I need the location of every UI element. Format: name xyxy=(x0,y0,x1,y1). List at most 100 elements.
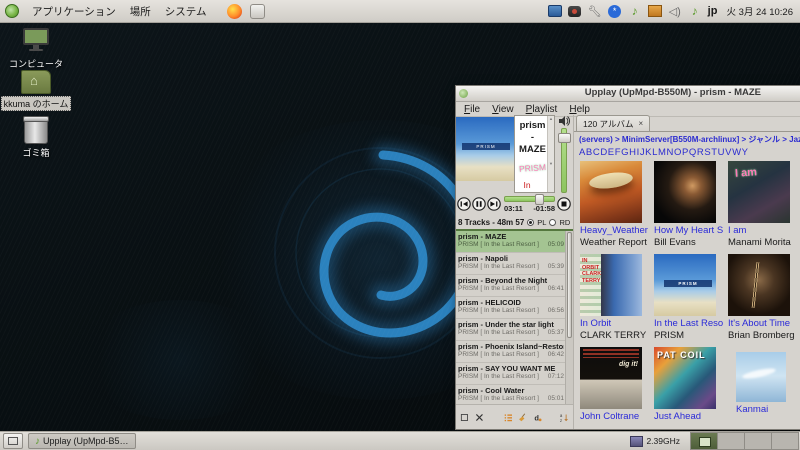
menu-applications[interactable]: アプリケーション xyxy=(25,1,123,22)
mode-pl-radio[interactable] xyxy=(527,218,535,226)
file-manager-icon[interactable] xyxy=(250,3,266,19)
playlist-row[interactable]: prism - Phoenix Island~Restore the w PRI… xyxy=(456,341,573,363)
show-desktop-button[interactable] xyxy=(3,433,23,449)
tab-albums[interactable]: 120 アルバム × xyxy=(576,115,651,131)
playlist-row[interactable]: prism - Cool Water PRISM [ In the Last R… xyxy=(456,385,573,404)
album-item[interactable]: I am I am Manami Morita xyxy=(728,161,800,254)
album-cover[interactable] xyxy=(580,161,642,223)
playlist-row[interactable]: prism - MAZE PRISM [ In the Last Resort … xyxy=(456,231,573,253)
album-title[interactable]: Kanmai xyxy=(728,404,800,415)
previous-button[interactable] xyxy=(457,197,471,211)
volume-icon[interactable]: ◁) xyxy=(668,4,682,18)
top-panel: アプリケーション 場所 システム 🔧︎ * ♪ ◁) ♪ jp 火 3月 24 … xyxy=(0,0,800,23)
playlist-scrollbar[interactable] xyxy=(565,231,573,404)
track-title: prism - Phoenix Island~Restore the w xyxy=(458,342,564,351)
playlist-row[interactable]: prism - Napoli PRISM [ In the Last Resor… xyxy=(456,253,573,275)
breadcrumb[interactable]: (servers) > MinimServer[B550M-archlinux]… xyxy=(574,132,800,147)
system-tray: 🔧︎ * ♪ ◁) ♪ jp 火 3月 24 10:26 xyxy=(547,4,800,18)
album-title[interactable]: Heavy_Weather xyxy=(580,225,652,236)
keyboard-layout-indicator[interactable]: jp xyxy=(708,5,718,17)
album-artist: PRISM xyxy=(654,330,685,341)
album-item[interactable]: IN ORBIT CLARK TERRY In Orbit CLARK TERR… xyxy=(580,254,652,347)
album-item[interactable]: PAT COIL Just Ahead xyxy=(654,347,726,429)
alphabet-index[interactable]: ABCDEFGHIJKLMNOPQRSTUVWY xyxy=(574,147,800,160)
window-titlebar[interactable]: Upplay (UpMpd-B550M) - prism - MAZE xyxy=(456,86,800,102)
album-item[interactable]: It's About Time Brian Bromberg xyxy=(728,254,800,347)
track-detail: PRISM [ In the Last Resort ] xyxy=(458,395,539,402)
workspace-2[interactable] xyxy=(718,433,745,449)
mode-rd-radio[interactable] xyxy=(549,218,557,226)
media-player-icon[interactable] xyxy=(568,5,582,17)
mode-pl-label[interactable]: PL xyxy=(537,218,546,227)
broom-icon[interactable] xyxy=(518,411,527,424)
volume-handle[interactable] xyxy=(558,133,571,143)
menu-view[interactable]: View xyxy=(487,104,519,115)
remove-icon[interactable] xyxy=(475,411,484,424)
album-title[interactable]: It's About Time xyxy=(728,318,800,329)
music-note-icon[interactable]: ♪ xyxy=(688,4,702,18)
album-item[interactable]: PRISM In the Last Reso PRISM xyxy=(654,254,726,347)
select-window-icon[interactable] xyxy=(460,411,469,424)
taskbar-window-button[interactable]: ♪ Upplay (UpMpd-B5… xyxy=(28,433,136,449)
playlist-row[interactable]: prism - HELICOID PRISM [ In the Last Res… xyxy=(456,297,573,319)
album-cover[interactable] xyxy=(728,254,790,316)
album-cover[interactable]: PAT COIL xyxy=(654,347,716,409)
playlist-row[interactable]: prism - SAY YOU WANT ME PRISM [ In the L… xyxy=(456,363,573,385)
next-button[interactable] xyxy=(487,197,501,211)
speaker-icon[interactable] xyxy=(558,116,570,126)
info-scrollbar[interactable]: ▲ ▼ xyxy=(547,116,554,192)
album-cover[interactable] xyxy=(654,161,716,223)
desktop-icon-trash[interactable]: ゴミ箱 xyxy=(0,116,72,159)
package-icon[interactable] xyxy=(647,5,662,17)
album-title[interactable]: Just Ahead xyxy=(654,411,726,422)
album-cover[interactable]: IN ORBIT CLARK TERRY xyxy=(580,254,642,316)
menu-playlist[interactable]: Playlist xyxy=(521,104,563,115)
menu-help[interactable]: Help xyxy=(564,104,595,115)
icon-label: コンピュータ xyxy=(8,59,63,69)
album-title[interactable]: How My Heart S xyxy=(654,225,726,236)
menu-system[interactable]: システム xyxy=(158,1,214,22)
album-artist: Bill Evans xyxy=(654,237,696,248)
album-cover[interactable]: dig it! xyxy=(580,347,642,409)
cpu-frequency-applet[interactable]: 2.39GHz xyxy=(630,435,680,447)
album-cover[interactable]: PRISM xyxy=(654,254,716,316)
album-cover[interactable] xyxy=(736,352,786,402)
seek-handle[interactable] xyxy=(535,193,545,205)
clock[interactable]: 火 3月 24 10:26 xyxy=(723,4,796,18)
workspace-3[interactable] xyxy=(745,433,772,449)
album-item[interactable]: How My Heart S Bill Evans xyxy=(654,161,726,254)
display-icon[interactable] xyxy=(547,5,562,17)
distro-menu-icon[interactable] xyxy=(5,4,19,18)
tools-icon[interactable]: 🔧︎ xyxy=(588,4,602,18)
cover-text: IN ORBIT CLARK TERRY xyxy=(582,258,602,284)
firefox-icon[interactable] xyxy=(227,3,243,19)
album-title[interactable]: In Orbit xyxy=(580,318,652,329)
workspace-4[interactable] xyxy=(772,433,798,449)
seek-slider[interactable] xyxy=(504,193,555,205)
d-icon[interactable]: d xyxy=(533,411,542,424)
volume-slider[interactable] xyxy=(558,128,571,193)
playlist-row[interactable]: prism - Beyond the Night PRISM [ In the … xyxy=(456,275,573,297)
menu-places[interactable]: 場所 xyxy=(123,1,158,22)
album-title[interactable]: In the Last Reso xyxy=(654,318,726,329)
playlist-row[interactable]: prism - Under the star light PRISM [ In … xyxy=(456,319,573,341)
pause-button[interactable] xyxy=(472,197,486,211)
tab-close-icon[interactable]: × xyxy=(638,119,643,128)
desktop-icon-home[interactable]: kkuma のホーム xyxy=(0,70,72,111)
album-item[interactable]: Heavy_Weather Weather Report xyxy=(580,161,652,254)
desktop-icon-computer[interactable]: コンピュータ xyxy=(0,27,72,70)
sort-icon[interactable]: az xyxy=(560,411,569,424)
album-title[interactable]: I am xyxy=(728,225,800,236)
mode-rd-label[interactable]: RD xyxy=(559,218,570,227)
album-cover[interactable]: I am xyxy=(728,161,790,223)
album-item[interactable]: Kanmai xyxy=(728,347,800,429)
album-title[interactable]: John Coltrane xyxy=(580,411,652,422)
list-icon[interactable] xyxy=(504,411,513,424)
album-item[interactable]: dig it! John Coltrane xyxy=(580,347,652,429)
menu-file[interactable]: File xyxy=(459,104,485,115)
music-note-icon[interactable]: ♪ xyxy=(628,4,642,18)
track-detail: PRISM [ In the Last Resort ] xyxy=(458,351,539,358)
bluetooth-icon[interactable]: * xyxy=(608,4,622,18)
stop-button[interactable] xyxy=(557,197,571,211)
workspace-1[interactable] xyxy=(691,433,718,449)
